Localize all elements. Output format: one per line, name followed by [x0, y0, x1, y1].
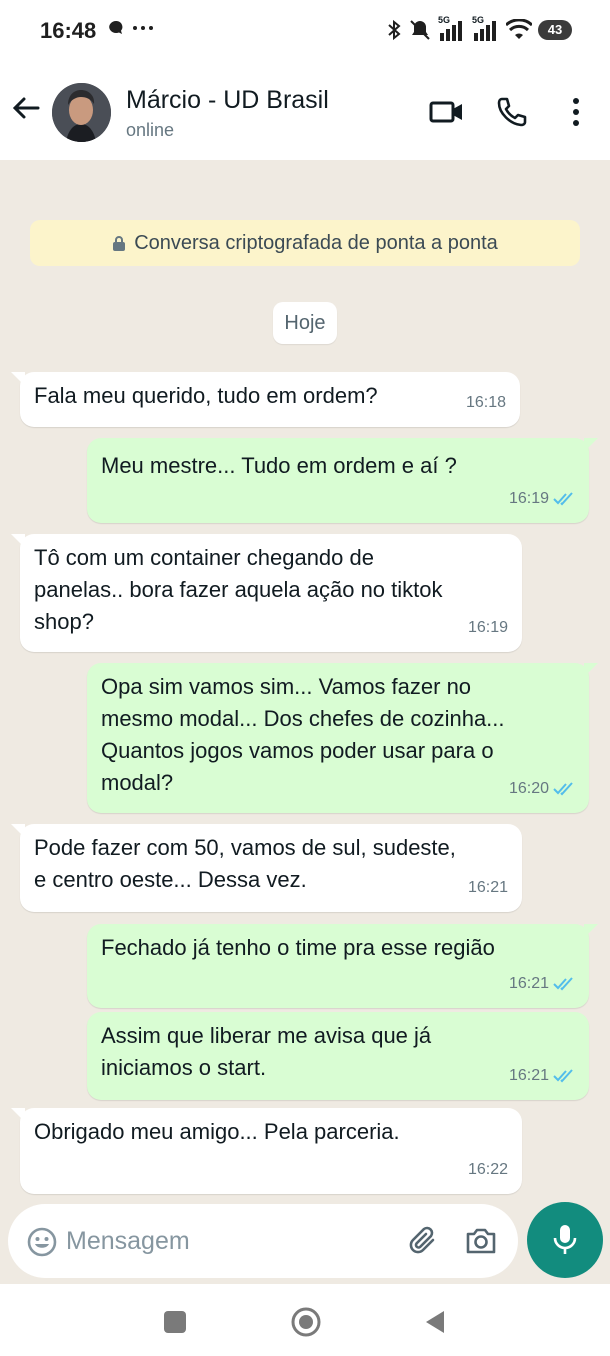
bluetooth-icon — [388, 19, 401, 41]
bubble-tail — [584, 438, 598, 452]
mic-button[interactable] — [527, 1202, 603, 1278]
bubble-tail — [11, 824, 25, 838]
message-text: Fechado já tenho o time pra esse região — [101, 935, 495, 960]
message-text: Opa sim vamos sim... Vamos fazer no mesm… — [101, 674, 505, 795]
message-meta: 16:20 — [509, 773, 575, 805]
system-nav-bar — [0, 1284, 610, 1356]
read-ticks-icon — [553, 977, 573, 991]
wifi-icon — [506, 19, 532, 39]
message-incoming[interactable]: Fala meu querido, tudo em ordem? 16:18 — [11, 372, 520, 427]
chat-header: Márcio - UD Brasil online — [0, 62, 610, 160]
attach-icon[interactable] — [406, 1224, 440, 1258]
message-meta: 16:21 — [509, 968, 575, 1000]
status-notifications — [108, 20, 154, 36]
message-incoming[interactable]: Pode fazer com 50, vamos de sul, sudeste… — [11, 824, 522, 912]
network-type-2: 5G — [472, 15, 485, 25]
message-meta: 16:21 — [509, 1060, 575, 1092]
encryption-notice: Conversa criptografada de ponta a ponta — [134, 231, 498, 254]
message-incoming[interactable]: Tô com um container chegando de panelas.… — [11, 534, 522, 652]
chat-area[interactable]: Conversa criptografada de ponta a ponta … — [0, 160, 610, 1200]
read-ticks-icon — [553, 1069, 573, 1083]
status-right-icons: 5G 5G 43 — [386, 15, 572, 42]
date-separator: Hoje — [273, 302, 337, 344]
message-meta: 16:21 — [468, 872, 508, 904]
battery-indicator: 43 — [538, 20, 572, 40]
message-meta: 16:19 — [509, 483, 575, 515]
more-notifications-icon — [133, 26, 153, 30]
camera-icon[interactable] — [464, 1224, 498, 1258]
avatar-photo — [52, 83, 111, 142]
message-outgoing[interactable]: Assim que liberar me avisa que já inicia… — [87, 1012, 589, 1100]
message-outgoing[interactable]: Meu mestre... Tudo em ordem e aí ? 16:19 — [87, 438, 598, 523]
message-time: 16:21 — [508, 1067, 549, 1084]
message-outgoing[interactable]: Opa sim vamos sim... Vamos fazer no mesm… — [87, 663, 598, 813]
contact-name[interactable]: Márcio - UD Brasil — [126, 86, 329, 115]
message-time: 16:21 — [508, 975, 549, 992]
back-arrow-icon[interactable] — [10, 92, 42, 124]
message-meta: 16:19 — [468, 612, 508, 644]
message-text: Meu mestre... Tudo em ordem e aí ? — [101, 453, 457, 478]
mic-icon — [553, 1225, 577, 1254]
message-text: Tô com um container chegando de panelas.… — [34, 545, 443, 634]
message-text: Assim que liberar me avisa que já inicia… — [101, 1023, 432, 1080]
bubble-tail — [11, 372, 25, 386]
bubble-tail — [584, 663, 598, 677]
message-input[interactable] — [66, 1220, 396, 1262]
message-text: Fala meu querido, tudo em ordem? — [34, 383, 378, 408]
message-incoming[interactable]: Obrigado meu amigo... Pela parceria. 16:… — [11, 1108, 522, 1194]
lock-icon — [113, 236, 126, 251]
bubble-tail — [11, 534, 25, 548]
back-triangle-icon[interactable] — [422, 1308, 450, 1336]
message-time: 16:19 — [467, 619, 508, 636]
message-composer — [8, 1204, 518, 1278]
signal-2: 5G — [472, 15, 500, 41]
message-time: 16:18 — [465, 394, 506, 411]
message-time: 16:22 — [467, 1161, 508, 1178]
message-outgoing[interactable]: Fechado já tenho o time pra esse região … — [87, 924, 598, 1008]
message-text: Obrigado meu amigo... Pela parceria. — [34, 1119, 400, 1144]
message-meta: 16:22 — [468, 1154, 508, 1186]
message-time: 16:20 — [508, 780, 549, 797]
contact-status: online — [126, 120, 175, 140]
phone-icon[interactable] — [494, 95, 530, 129]
encryption-banner[interactable]: Conversa criptografada de ponta a ponta — [30, 220, 580, 266]
message-meta: 16:18 — [466, 387, 506, 419]
read-ticks-icon — [553, 782, 573, 796]
read-ticks-icon — [553, 492, 573, 506]
emoji-icon[interactable] — [26, 1226, 58, 1258]
video-call-icon[interactable] — [429, 95, 465, 129]
status-bar: 16:48 5G 5G 43 — [0, 0, 610, 62]
message-time: 16:21 — [467, 879, 508, 896]
signal-1: 5G — [438, 15, 466, 41]
bubble-tail — [584, 924, 598, 938]
more-vert-icon[interactable] — [558, 95, 594, 129]
bubble-tail — [11, 1108, 25, 1122]
message-time: 16:19 — [508, 490, 549, 507]
chat-notification-icon — [109, 20, 123, 34]
message-text: Pode fazer com 50, vamos de sul, sudeste… — [34, 835, 456, 892]
recents-icon[interactable] — [161, 1308, 189, 1336]
mute-icon — [410, 20, 430, 40]
avatar[interactable] — [52, 83, 111, 142]
network-type-1: 5G — [438, 15, 451, 25]
home-icon[interactable] — [290, 1306, 322, 1338]
status-time: 16:48 — [40, 18, 97, 43]
